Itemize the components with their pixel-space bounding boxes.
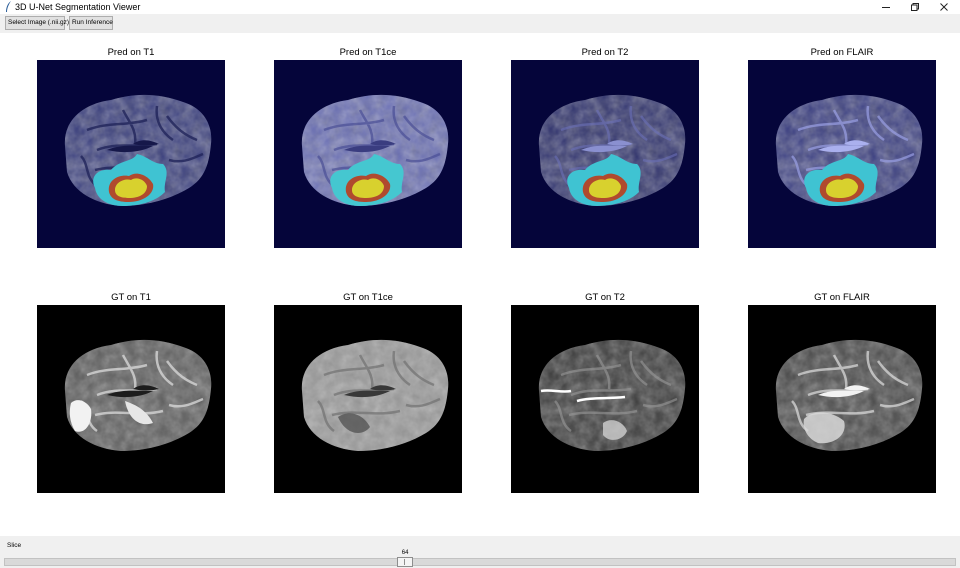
gt-flair-image [748,305,936,493]
gt-t1ce-title: GT on T1ce [343,292,393,303]
slice-label: Slice [7,542,22,549]
pred-flair-title: Pred on FLAIR [810,47,874,58]
slice-slider-trough[interactable] [4,558,956,566]
pred-t1ce-image [274,60,462,248]
window-title: 3D U-Net Segmentation Viewer [15,2,141,12]
app-feather-icon [6,1,11,12]
figure-canvas: Pred on T1 Pred on T1ce Pred on T2 Pred … [0,33,960,536]
gt-t1-title: GT on T1 [111,292,151,303]
slice-slider-thumb[interactable] [397,557,414,567]
minimize-button[interactable] [871,0,901,14]
close-icon [940,3,948,11]
minimize-icon [882,7,890,8]
pred-t1-image [37,60,225,248]
gt-t1-image [37,305,225,493]
close-button[interactable] [929,0,959,14]
slice-slider-panel: Slice 64 [0,536,960,568]
gt-t1ce-image [274,305,462,493]
pred-t2-image [511,60,699,248]
pred-t1-title: Pred on T1 [107,47,155,58]
gt-t2-image [511,305,699,493]
restore-icon [911,3,919,11]
pred-t2-title: Pred on T2 [581,47,629,58]
run-inference-button[interactable]: Run Inference [69,16,113,30]
gt-t2-title: GT on T2 [585,292,625,303]
pred-t1ce-title: Pred on T1ce [339,47,397,58]
toolbar: Select Image (.nii.gz) Run Inference [0,14,960,33]
pred-flair-image [748,60,936,248]
title-bar: 3D U-Net Segmentation Viewer [0,0,960,14]
restore-button[interactable] [900,0,930,14]
gt-flair-title: GT on FLAIR [814,292,870,303]
select-image-button[interactable]: Select Image (.nii.gz) [5,16,69,30]
slice-value: 64 [401,550,409,556]
